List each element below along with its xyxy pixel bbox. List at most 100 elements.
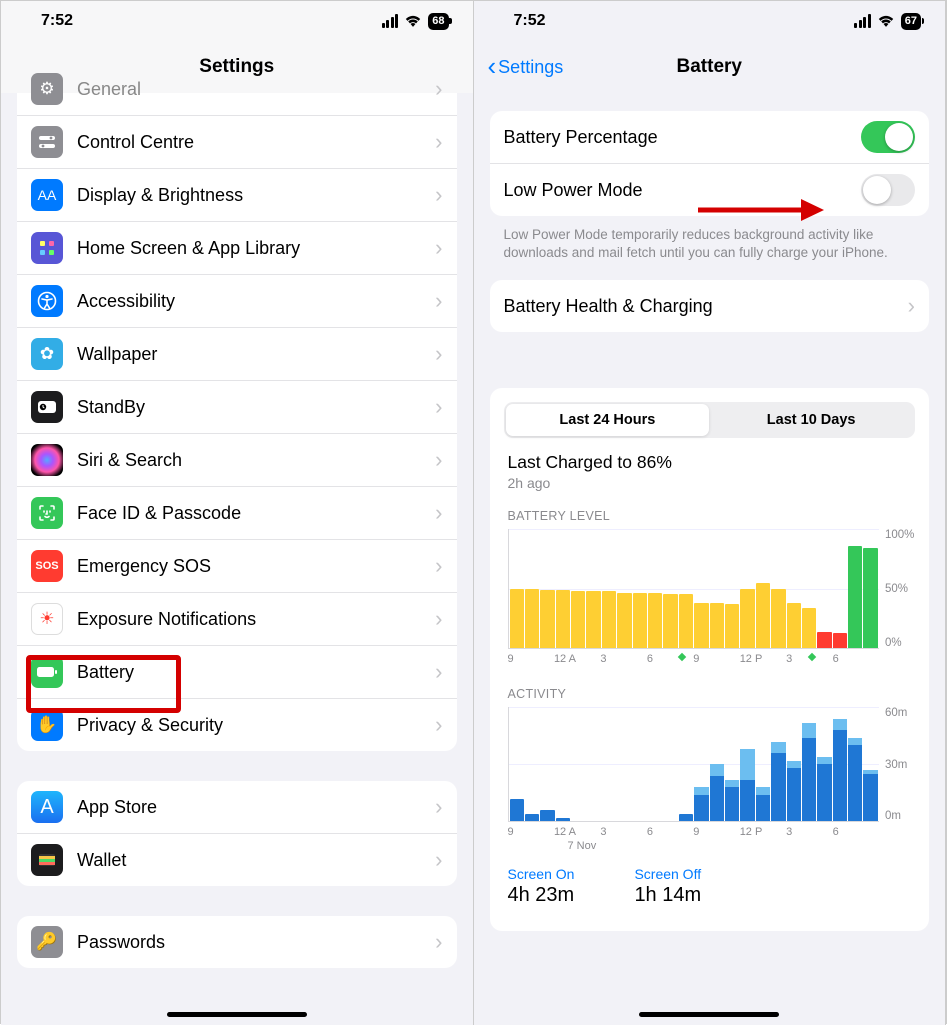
x-axis-labels: 912 A36912 P36	[508, 653, 924, 665]
row-privacy[interactable]: ✋ Privacy & Security ›	[17, 699, 457, 751]
activity-chart: ACTIVITY 60m 30m 0m 912 A36912 P36 7 Nov	[508, 687, 924, 852]
screen-on-stat: Screen On 4h 23m	[508, 866, 575, 907]
row-home-screen[interactable]: Home Screen & App Library ›	[17, 222, 457, 275]
toggle-low-power-mode[interactable]	[861, 174, 915, 206]
toggle-group: Battery Percentage Low Power Mode	[490, 111, 930, 216]
chevron-right-icon: ›	[435, 794, 442, 820]
status-right: 67	[854, 13, 921, 30]
battery-icon	[31, 656, 63, 688]
status-time: 7:52	[41, 12, 73, 30]
chevron-right-icon: ›	[435, 341, 442, 367]
screen-off-stat: Screen Off 1h 14m	[634, 866, 701, 907]
row-wallet[interactable]: Wallet ›	[17, 834, 457, 886]
y-axis-labels: 100% 50% 0%	[879, 529, 923, 649]
battery-icon: 67	[901, 13, 921, 30]
switches-icon	[31, 126, 63, 158]
row-faceid[interactable]: Face ID & Passcode ›	[17, 487, 457, 540]
chevron-left-icon: ‹	[488, 53, 497, 79]
chevron-right-icon: ›	[435, 659, 442, 685]
grid-icon	[31, 232, 63, 264]
settings-group-passwords: 🔑 Passwords ›	[17, 916, 457, 968]
row-display[interactable]: AA Display & Brightness ›	[17, 169, 457, 222]
chevron-right-icon: ›	[435, 76, 442, 102]
last-charged-sub: 2h ago	[508, 475, 912, 491]
row-wallpaper[interactable]: ✿ Wallpaper ›	[17, 328, 457, 381]
usage-summary: Screen On 4h 23m Screen Off 1h 14m	[490, 852, 930, 921]
chevron-right-icon: ›	[435, 929, 442, 955]
row-sos[interactable]: SOS Emergency SOS ›	[17, 540, 457, 593]
battery-screen: 7:52 67 ‹ Settings Battery Battery Perce…	[474, 1, 947, 1025]
row-standby[interactable]: StandBy ›	[17, 381, 457, 434]
row-battery-percentage[interactable]: Battery Percentage	[490, 111, 930, 164]
low-power-footnote: Low Power Mode temporarily reduces backg…	[474, 220, 946, 280]
chevron-right-icon: ›	[435, 606, 442, 632]
cellular-icon	[382, 14, 399, 28]
accessibility-icon	[31, 285, 63, 317]
chevron-right-icon: ›	[435, 500, 442, 526]
row-appstore[interactable]: A App Store ›	[17, 781, 457, 834]
chevron-right-icon: ›	[435, 129, 442, 155]
status-bar: 7:52 67	[474, 1, 946, 41]
status-bar: 7:52 68	[1, 1, 473, 41]
home-indicator[interactable]	[167, 1012, 307, 1017]
row-low-power-mode[interactable]: Low Power Mode	[490, 164, 930, 216]
faceid-icon	[31, 497, 63, 529]
sos-icon: SOS	[31, 550, 63, 582]
hand-icon: ✋	[31, 709, 63, 741]
wifi-icon	[877, 14, 895, 28]
chevron-right-icon: ›	[435, 235, 442, 261]
appstore-icon: A	[31, 791, 63, 823]
y-axis-labels: 60m 30m 0m	[879, 707, 923, 822]
activity-plot	[508, 707, 880, 822]
segment-24h[interactable]: Last 24 Hours	[506, 404, 710, 436]
last-charged-title: Last Charged to 86%	[508, 452, 912, 473]
row-siri[interactable]: Siri & Search ›	[17, 434, 457, 487]
toggle-battery-percentage[interactable]	[861, 121, 915, 153]
back-button[interactable]: ‹ Settings	[488, 56, 564, 79]
last-charged-info: Last Charged to 86% 2h ago	[490, 448, 930, 493]
gear-icon: ⚙	[31, 73, 63, 105]
sun-icon: AA	[31, 179, 63, 211]
battery-icon: 68	[428, 13, 448, 30]
battery-level-chart: BATTERY LEVEL 100% 50% 0% 912 A36912 P36	[508, 509, 924, 665]
nav-bar: ‹ Settings Battery	[474, 41, 946, 93]
home-indicator[interactable]	[639, 1012, 779, 1017]
exposure-icon: ☀	[31, 603, 63, 635]
x-axis-date: 7 Nov	[568, 840, 924, 852]
chevron-right-icon: ›	[908, 293, 915, 319]
clock-icon	[31, 391, 63, 423]
row-passwords[interactable]: 🔑 Passwords ›	[17, 916, 457, 968]
settings-group-main: ⚙ General › Control Centre › AA Display …	[17, 73, 457, 751]
row-general[interactable]: ⚙ General ›	[17, 73, 457, 116]
chevron-right-icon: ›	[435, 288, 442, 314]
flower-icon: ✿	[31, 338, 63, 370]
segment-10d[interactable]: Last 10 Days	[709, 404, 913, 436]
chevron-right-icon: ›	[435, 447, 442, 473]
row-battery-health[interactable]: Battery Health & Charging ›	[490, 280, 930, 332]
chevron-right-icon: ›	[435, 553, 442, 579]
key-icon: 🔑	[31, 926, 63, 958]
row-exposure[interactable]: ☀ Exposure Notifications ›	[17, 593, 457, 646]
chevron-right-icon: ›	[435, 847, 442, 873]
cellular-icon	[854, 14, 871, 28]
siri-icon	[31, 444, 63, 476]
chevron-right-icon: ›	[435, 712, 442, 738]
page-title: Battery	[677, 56, 742, 78]
row-battery[interactable]: Battery ›	[17, 646, 457, 699]
chevron-right-icon: ›	[435, 394, 442, 420]
chevron-right-icon: ›	[435, 182, 442, 208]
battery-level-plot	[508, 529, 880, 649]
settings-screen: 7:52 68 Settings ⚙ General › Control Cen…	[1, 1, 474, 1025]
row-control-centre[interactable]: Control Centre ›	[17, 116, 457, 169]
status-time: 7:52	[514, 12, 546, 30]
wallet-icon	[31, 844, 63, 876]
time-range-segmented[interactable]: Last 24 Hours Last 10 Days	[504, 402, 916, 438]
health-group: Battery Health & Charging ›	[490, 280, 930, 332]
wifi-icon	[404, 14, 422, 28]
row-accessibility[interactable]: Accessibility ›	[17, 275, 457, 328]
status-right: 68	[382, 13, 449, 30]
battery-usage-card: Last 24 Hours Last 10 Days Last Charged …	[490, 388, 930, 931]
settings-list[interactable]: ⚙ General › Control Centre › AA Display …	[1, 73, 473, 1005]
settings-group-store: A App Store › Wallet ›	[17, 781, 457, 886]
x-axis-labels: 912 A36912 P36	[508, 826, 924, 838]
